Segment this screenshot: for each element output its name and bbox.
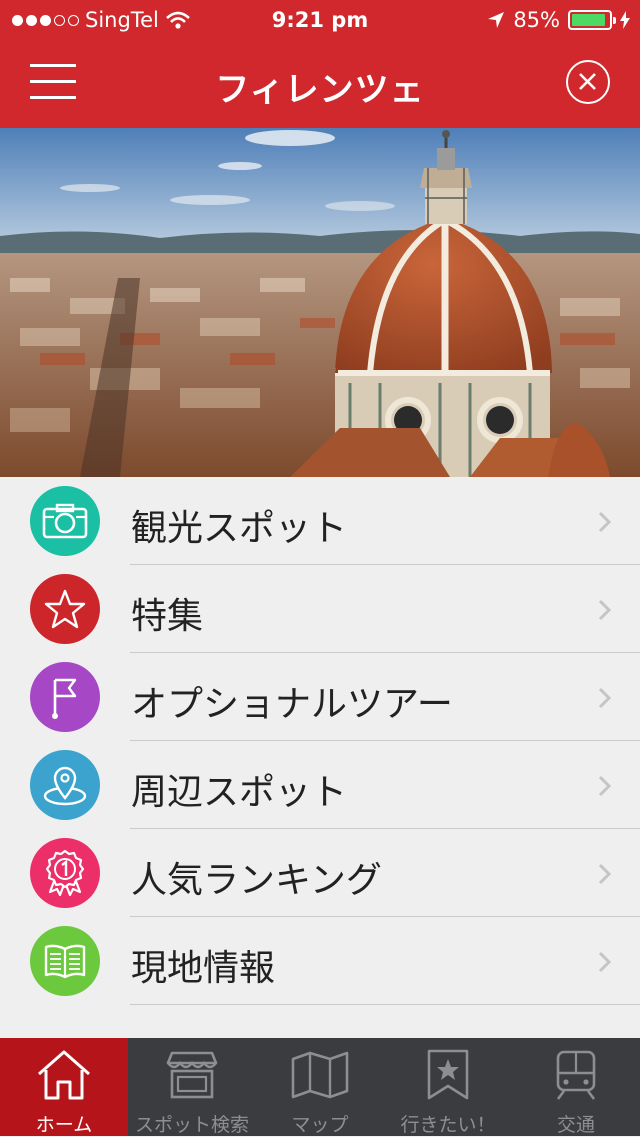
ranking-medal-icon (30, 838, 100, 908)
header-bar: フィレンツェ (0, 40, 640, 128)
tab-label: 交通 (556, 1114, 595, 1136)
train-icon (512, 1046, 640, 1104)
tab-label: ホーム (35, 1114, 93, 1136)
chevron-right-icon (598, 951, 612, 973)
tab-label: スポット検索 (134, 1114, 249, 1136)
map-icon (256, 1046, 384, 1104)
tab-home[interactable]: ホーム (0, 1038, 128, 1136)
charging-icon (620, 11, 630, 29)
battery-icon (568, 10, 616, 30)
tab-transport[interactable]: 交通 (512, 1038, 640, 1136)
book-icon (30, 926, 100, 996)
location-arrow-icon (488, 12, 505, 28)
camera-icon (30, 486, 100, 556)
tab-map[interactable]: マップ (256, 1038, 384, 1136)
close-icon (579, 73, 596, 90)
status-right: 85% (487, 8, 630, 32)
menu-item-ranking[interactable]: 人気ランキング (0, 829, 640, 917)
home-icon (0, 1046, 128, 1104)
chevron-right-icon (598, 687, 612, 709)
tab-bar: ホーム スポット検索 マップ 行きたい！ 交通 (0, 1038, 640, 1136)
menu-item-optional-tours[interactable]: オプショナルツアー (0, 653, 640, 741)
close-button[interactable] (566, 60, 610, 104)
location-pin-icon (30, 750, 100, 820)
flag-icon (30, 662, 100, 732)
menu-item-label: 観光スポット (131, 508, 348, 549)
chevron-right-icon (598, 511, 612, 533)
page-title: フィレンツェ (215, 70, 425, 110)
menu-item-features[interactable]: 特集 (0, 565, 640, 653)
menu-item-label: 特集 (131, 596, 204, 637)
hero-image (0, 128, 640, 477)
star-icon (30, 574, 100, 644)
bookmark-star-icon (384, 1046, 512, 1104)
shop-icon (128, 1046, 256, 1104)
menu-item-local-info[interactable]: 現地情報 (0, 917, 640, 1005)
battery-percent: 85% (513, 8, 560, 32)
tab-label: 行きたい！ (400, 1114, 496, 1136)
tab-spot-search[interactable]: スポット検索 (128, 1038, 256, 1136)
menu-item-label: オプショナルツアー (131, 684, 453, 725)
menu-item-label: 周辺スポット (131, 772, 348, 813)
divider (130, 1004, 640, 1005)
tab-want-to-go[interactable]: 行きたい！ (384, 1038, 512, 1136)
tab-label: マップ (291, 1114, 349, 1136)
chevron-right-icon (598, 775, 612, 797)
menu-item-label: 人気ランキング (131, 860, 382, 901)
menu-item-nearby-spots[interactable]: 周辺スポット (0, 741, 640, 829)
menu-item-label: 現地情報 (131, 948, 276, 989)
status-bar: SingTel 9:21 pm 85% (0, 0, 640, 40)
main-menu-list: 観光スポット 特集 オプショナルツアー 周辺スポット 人気ランキング 現地情報 (0, 477, 640, 1005)
chevron-right-icon (598, 863, 612, 885)
chevron-right-icon (598, 599, 612, 621)
menu-item-sightseeing[interactable]: 観光スポット (0, 477, 640, 565)
